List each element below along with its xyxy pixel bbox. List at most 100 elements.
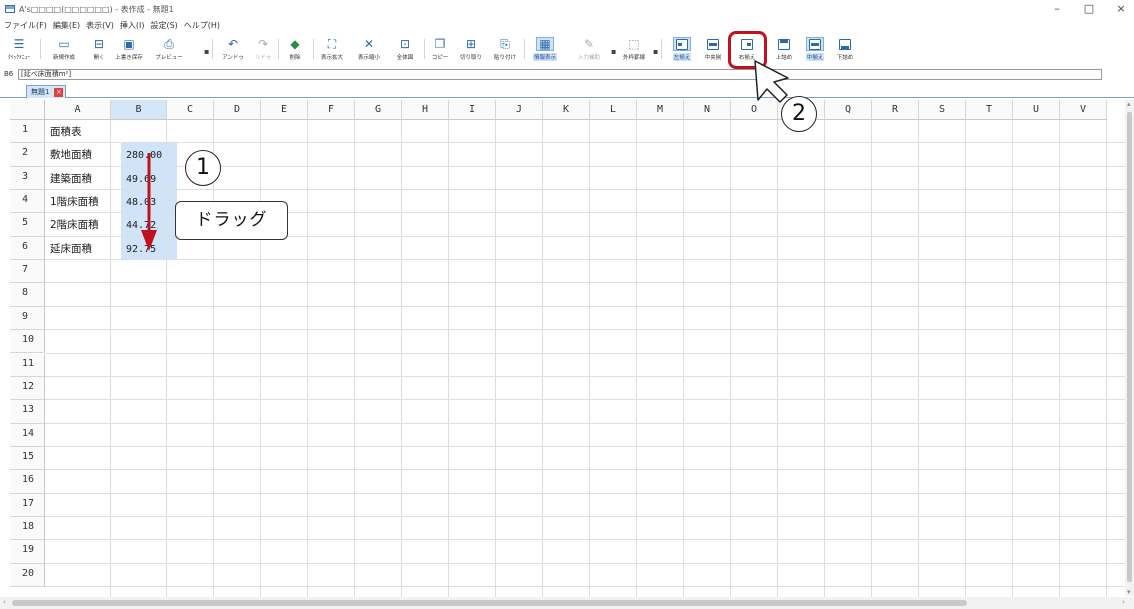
cell-a5[interactable]: 2階床面積 [46,214,99,237]
app-icon [5,5,15,13]
horizontal-scrollbar[interactable]: ‹ › [0,597,1134,609]
align-center-icon [704,37,722,51]
column-header-k[interactable]: K [543,100,590,120]
column-header-t[interactable]: T [966,100,1013,120]
preview-dropdown-icon[interactable]: ▪ [204,47,209,56]
row-header-15[interactable]: 15 [10,446,45,471]
column-header-l[interactable]: L [590,100,637,120]
align-center-button[interactable]: 中央揃 [694,35,732,65]
row-header-10[interactable]: 10 [10,330,45,354]
toolbar-divider [661,39,662,59]
column-gridline [110,120,111,597]
cell-a4[interactable]: 1階床面積 [46,191,99,214]
row-header-5[interactable]: 5 [10,213,45,237]
select-all-corner[interactable] [10,100,45,120]
border-button[interactable]: ⬚ 外枠罫線 [615,35,653,65]
column-header-i[interactable]: I [449,100,496,120]
align-bottom-button[interactable]: 下詰め [826,35,864,65]
scroll-down-icon[interactable]: ▾ [1127,588,1131,596]
cell-a3[interactable]: 建築面積 [46,168,92,191]
row-header-6[interactable]: 6 [10,236,45,261]
column-header-s[interactable]: S [919,100,966,120]
cell-a2[interactable]: 敷地面積 [46,144,92,167]
column-header-e[interactable]: E [261,100,308,120]
row-header-17[interactable]: 17 [10,493,45,517]
column-header-m[interactable]: M [637,100,684,120]
column-gridline [448,120,449,597]
maximize-button[interactable]: □ [1082,0,1096,18]
row-header-7[interactable]: 7 [10,260,45,284]
new-button[interactable]: ▭ 新規作成 [45,35,83,65]
input-assist-button[interactable]: ✎ 入力補助 [570,35,608,65]
row-header-12[interactable]: 12 [10,376,45,401]
sheet-tab[interactable]: 無題1 × [26,85,67,98]
row-header-8[interactable]: 8 [10,283,45,307]
column-header-b[interactable]: B [111,100,167,120]
zoom-in-button[interactable]: ⛶ 表示拡大 [313,35,351,65]
border-dropdown-icon[interactable]: ▪ [653,47,658,56]
column-header-r[interactable]: R [872,100,919,120]
delete-button[interactable]: ◆ 削除 [276,35,314,65]
cell-a6[interactable]: 延床面積 [46,238,92,261]
menu-view[interactable]: 表示(V) [86,20,114,31]
align-middle-icon [806,37,824,51]
vertical-scroll-thumb[interactable] [1127,112,1132,582]
column-header-g[interactable]: G [355,100,402,120]
column-header-j[interactable]: J [496,100,543,120]
row-header-14[interactable]: 14 [10,423,45,447]
menu-help[interactable]: ヘルプ(H) [184,20,220,31]
cell-b2[interactable]: 280.00 [122,144,162,167]
row-header-18[interactable]: 18 [10,516,45,541]
info-display-toggle[interactable]: ▦ 情報表示 [526,35,564,65]
row-header-9[interactable]: 9 [10,306,45,331]
scroll-right-icon[interactable]: › [1122,598,1125,606]
column-header-q[interactable]: Q [825,100,872,120]
cell-b3[interactable]: 49.69 [122,168,156,191]
row-header-19[interactable]: 19 [10,540,45,564]
menu-insert[interactable]: 挿入(I) [120,20,145,31]
column-header-v[interactable]: V [1060,100,1107,120]
cell-b6[interactable]: 92.75 [122,238,156,261]
horizontal-scroll-thumb[interactable] [12,600,967,606]
cell-b4[interactable]: 48.03 [122,191,156,214]
column-header-f[interactable]: F [308,100,355,120]
column-header-n[interactable]: N [684,100,731,120]
scroll-left-icon[interactable]: ‹ [3,598,6,606]
row-header-11[interactable]: 11 [10,353,45,377]
cell-b5[interactable]: 44.72 [122,214,156,237]
fit-all-button[interactable]: ⊡ 全体図 [386,35,424,65]
row-header-20[interactable]: 20 [10,563,45,587]
menu-edit[interactable]: 編集(E) [53,20,80,31]
column-header-o[interactable]: O [731,100,778,120]
column-header-u[interactable]: U [1013,100,1060,120]
border-icon: ⬚ [628,37,640,51]
save-button[interactable]: ▣ 上書き保存 [110,35,148,65]
cell-a1[interactable]: 面積表 [46,121,82,144]
column-header-h[interactable]: H [402,100,449,120]
column-header-d[interactable]: D [214,100,261,120]
row-header-3[interactable]: 3 [10,166,45,191]
zoom-in-icon: ⛶ [327,37,337,51]
copy-icon: ❐ [434,37,446,51]
preview-button[interactable]: ⎙ プレビュー [150,35,188,65]
row-header-1[interactable]: 1 [10,120,45,144]
menu-file[interactable]: ファイル(F) [4,20,47,31]
quick-menu-button[interactable]: ☰ ｸｲｯｸﾒﾆｭｰ [0,35,38,65]
column-header-c[interactable]: C [167,100,214,120]
close-button[interactable]: × [1114,0,1128,18]
scroll-up-icon[interactable]: ▴ [1127,100,1131,108]
row-header-4[interactable]: 4 [10,190,45,214]
menu-bar: ファイル(F) 編集(E) 表示(V) 挿入(I) 設定(S) ヘルプ(H) [4,18,220,32]
menu-settings[interactable]: 設定(S) [150,20,177,31]
vertical-scrollbar[interactable]: ▴ ▾ [1125,100,1134,596]
formula-input[interactable]: [延べ床面積m²] [18,69,1102,80]
paste-button[interactable]: ⎘ 貼り付け [486,35,524,65]
close-icon[interactable]: × [54,88,64,97]
minimize-button[interactable]: – [1050,0,1064,18]
zoom-out-button[interactable]: ✕ 表示縮小 [350,35,388,65]
column-header-a[interactable]: A [45,100,111,120]
row-header-2[interactable]: 2 [10,143,45,167]
row-header-13[interactable]: 13 [10,400,45,424]
row-header-16[interactable]: 16 [10,470,45,494]
cut-button[interactable]: ⊞ 切り取り [452,35,490,65]
